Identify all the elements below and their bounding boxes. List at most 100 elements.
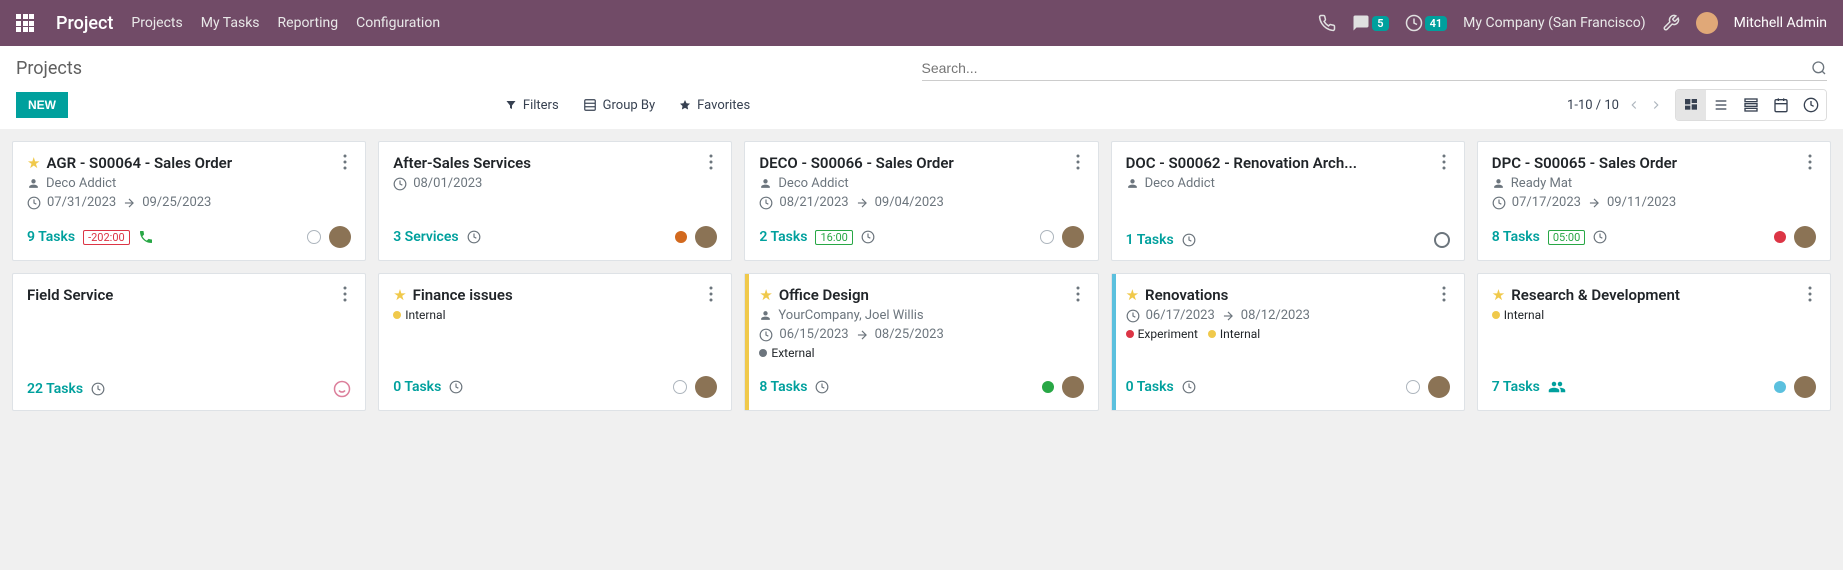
filters-button[interactable]: Filters	[505, 98, 559, 113]
nav-configuration[interactable]: Configuration	[356, 15, 440, 31]
pager: 1-10 / 10	[1567, 98, 1663, 113]
project-title: DPC - S00065 - Sales Order	[1492, 154, 1804, 172]
apps-icon[interactable]	[16, 14, 34, 32]
time-badge: -202:00	[83, 230, 130, 245]
project-card[interactable]: ★AGR - S00064 - Sales OrderDeco Addict07…	[12, 141, 366, 261]
star-icon[interactable]: ★	[759, 286, 772, 304]
state-indicator[interactable]	[307, 230, 321, 244]
project-card[interactable]: ★Finance issuesInternal0 Tasks	[378, 273, 732, 411]
assignee-avatar[interactable]	[1062, 226, 1084, 248]
state-indicator[interactable]	[675, 231, 687, 243]
clock-icon[interactable]	[467, 230, 481, 244]
project-card[interactable]: After-Sales Services08/01/20233 Services	[378, 141, 732, 261]
card-menu-icon[interactable]	[339, 286, 351, 302]
search-input[interactable]	[922, 60, 1812, 76]
clock-icon[interactable]	[1182, 380, 1196, 394]
state-indicator[interactable]	[1774, 231, 1786, 243]
card-menu-icon[interactable]	[1072, 286, 1084, 302]
people-icon[interactable]	[1548, 378, 1566, 396]
task-count[interactable]: 1 Tasks	[1126, 232, 1174, 248]
clock-icon[interactable]	[91, 382, 105, 396]
clock-icon[interactable]	[815, 380, 829, 394]
company-selector[interactable]: My Company (San Francisco)	[1463, 15, 1645, 31]
settings-icon[interactable]	[1662, 14, 1680, 32]
clock-badge: 41	[1425, 16, 1448, 31]
task-count[interactable]: 22 Tasks	[27, 381, 83, 397]
star-icon[interactable]: ★	[27, 154, 40, 172]
state-indicator[interactable]	[1042, 381, 1054, 393]
group-by-button[interactable]: Group By	[583, 98, 656, 113]
date-range: 06/15/202308/25/2023	[759, 327, 1083, 342]
project-card[interactable]: Field Service22 Tasks	[12, 273, 366, 411]
task-count[interactable]: 0 Tasks	[393, 379, 441, 395]
state-indicator[interactable]	[1040, 230, 1054, 244]
customer-line: YourCompany, Joel Willis	[759, 308, 1083, 323]
nav-projects[interactable]: Projects	[131, 15, 182, 31]
clock-icon[interactable]	[1182, 233, 1196, 247]
new-button[interactable]: NEW	[16, 92, 68, 118]
card-menu-icon[interactable]	[339, 154, 351, 170]
assignee-avatar[interactable]	[1794, 376, 1816, 398]
project-card[interactable]: DPC - S00065 - Sales OrderReady Mat07/17…	[1477, 141, 1831, 261]
pager-next-icon[interactable]	[1649, 98, 1663, 112]
customer-line: Deco Addict	[27, 176, 351, 191]
project-card[interactable]: ★Renovations06/17/202308/12/2023Experime…	[1111, 273, 1465, 411]
phone-icon[interactable]	[138, 229, 154, 245]
view-calendar-icon[interactable]	[1766, 90, 1796, 120]
assignee-avatar[interactable]	[1794, 226, 1816, 248]
user-name[interactable]: Mitchell Admin	[1734, 15, 1827, 31]
messages-icon[interactable]: 5	[1352, 14, 1388, 32]
task-count[interactable]: 8 Tasks	[759, 379, 807, 395]
phone-icon[interactable]	[1318, 14, 1336, 32]
card-menu-icon[interactable]	[1438, 286, 1450, 302]
star-icon[interactable]: ★	[1492, 286, 1505, 304]
project-card[interactable]: DOC - S00062 - Renovation Arch...Deco Ad…	[1111, 141, 1465, 261]
state-indicator[interactable]	[673, 380, 687, 394]
clock-icon[interactable]	[861, 230, 875, 244]
search-icon[interactable]	[1811, 60, 1827, 76]
clock-icon[interactable]	[449, 380, 463, 394]
task-count[interactable]: 8 Tasks	[1492, 229, 1540, 245]
assignee-avatar[interactable]	[695, 226, 717, 248]
app-title: Project	[56, 13, 113, 34]
project-card[interactable]: ★Research & DevelopmentInternal7 Tasks	[1477, 273, 1831, 411]
project-card[interactable]: ★Office DesignYourCompany, Joel Willis06…	[744, 273, 1098, 411]
assignee-avatar[interactable]	[1428, 376, 1450, 398]
task-count[interactable]: 2 Tasks	[759, 229, 807, 245]
view-list-icon[interactable]	[1706, 90, 1736, 120]
nav-my-tasks[interactable]: My Tasks	[201, 15, 260, 31]
favorites-button[interactable]: Favorites	[679, 98, 750, 113]
state-indicator[interactable]	[1774, 381, 1786, 393]
task-count[interactable]: 7 Tasks	[1492, 379, 1540, 395]
task-count[interactable]: 0 Tasks	[1126, 379, 1174, 395]
view-activity-icon[interactable]	[1796, 90, 1826, 120]
view-kanban-icon[interactable]	[1676, 90, 1706, 120]
card-menu-icon[interactable]	[705, 154, 717, 170]
tag: Internal	[1208, 327, 1260, 341]
project-card[interactable]: DECO - S00066 - Sales OrderDeco Addict08…	[744, 141, 1098, 261]
card-menu-icon[interactable]	[1804, 286, 1816, 302]
search-box[interactable]	[922, 56, 1828, 81]
state-indicator[interactable]	[1434, 232, 1450, 248]
date-range: 06/17/202308/12/2023	[1126, 308, 1450, 323]
assignee-avatar[interactable]	[329, 226, 351, 248]
view-form-icon[interactable]	[1736, 90, 1766, 120]
card-menu-icon[interactable]	[705, 286, 717, 302]
user-avatar[interactable]	[1696, 12, 1718, 34]
star-icon[interactable]: ★	[393, 286, 406, 304]
card-menu-icon[interactable]	[1072, 154, 1084, 170]
assignee-avatar[interactable]	[1062, 376, 1084, 398]
card-menu-icon[interactable]	[1438, 154, 1450, 170]
tag: Experiment	[1126, 327, 1198, 341]
clock-icon[interactable]: 41	[1405, 14, 1448, 32]
task-count[interactable]: 3 Services	[393, 229, 458, 245]
nav-reporting[interactable]: Reporting	[278, 15, 339, 31]
assignee-avatar[interactable]	[695, 376, 717, 398]
state-indicator[interactable]	[1406, 380, 1420, 394]
card-menu-icon[interactable]	[1804, 154, 1816, 170]
state-indicator[interactable]	[333, 380, 351, 398]
task-count[interactable]: 9 Tasks	[27, 229, 75, 245]
pager-prev-icon[interactable]	[1627, 98, 1641, 112]
star-icon[interactable]: ★	[1126, 286, 1139, 304]
clock-icon[interactable]	[1593, 230, 1607, 244]
